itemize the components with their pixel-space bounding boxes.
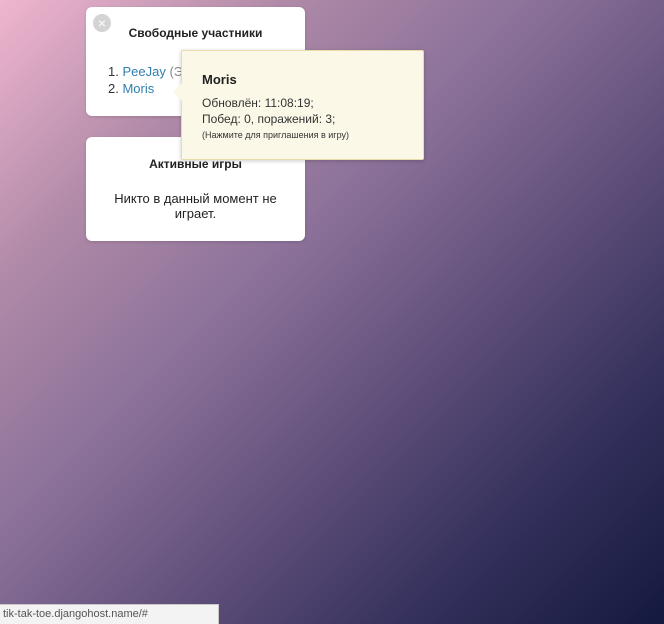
tooltip-stats: Побед: 0, поражений: 3; [202, 112, 336, 126]
browser-status-bar: tik-tak-toe.djangohost.name/# [0, 604, 219, 624]
list-item: 1. PeeJay (Э [108, 63, 183, 80]
free-players-title: Свободные участники [128, 26, 263, 40]
list-item: 2. Moris [108, 80, 183, 97]
player-link-moris[interactable]: Moris [122, 81, 154, 96]
player-list: 1. PeeJay (Э 2. Moris [108, 63, 183, 97]
player-link-peejay[interactable]: PeeJay [122, 64, 165, 79]
tooltip-invite-hint: (Нажмите для приглашения в игру) [202, 130, 349, 140]
player-tooltip[interactable]: Moris Обновлён: 11:08:19; Побед: 0, пора… [173, 50, 424, 160]
tooltip-player-name: Moris [202, 72, 237, 87]
tooltip-updated: Обновлён: 11:08:19; [202, 96, 314, 110]
tooltip-arrow [173, 83, 182, 101]
player-number: 1. [108, 64, 119, 79]
no-games-message: Никто в данный момент не играет. [114, 191, 277, 221]
player-number: 2. [108, 81, 119, 96]
